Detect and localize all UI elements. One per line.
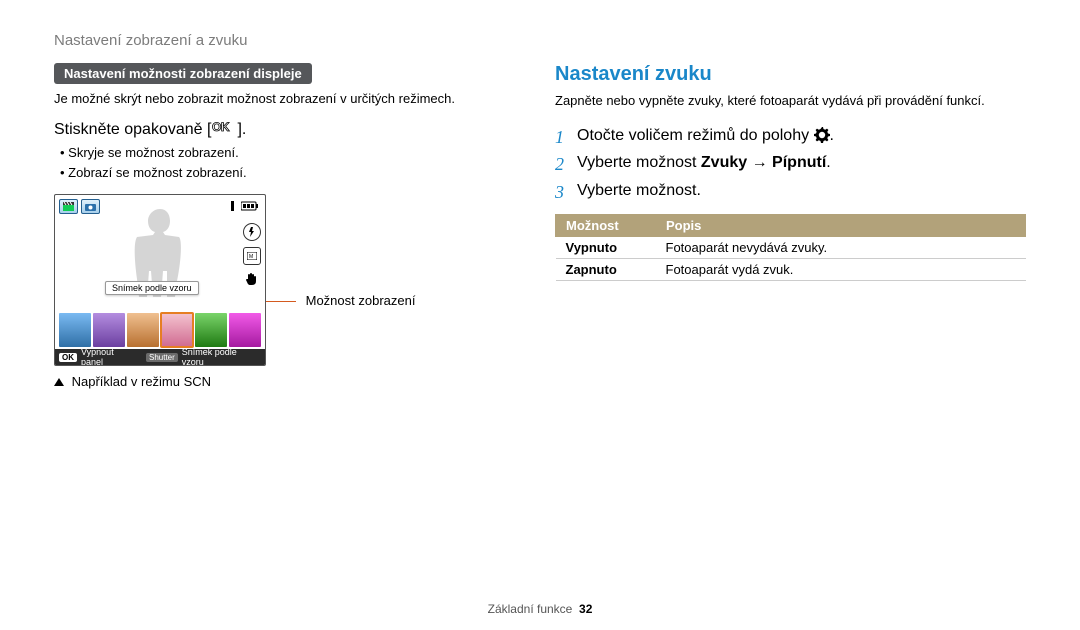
footer-section: Základní funkce [488,602,573,616]
page: Nastavení zobrazení a zvuku Nastavení mo… [0,0,1080,630]
step-2: Vyberte možnost Zvuky → Pípnutí. [555,149,1026,176]
page-header: Nastavení zobrazení a zvuku [54,32,1026,49]
caption-mode: SCN [184,374,211,389]
battery-icon [241,201,259,211]
camera-lcd: M Snímek podle vzoru [54,194,266,366]
table-row: Vypnuto Fotoaparát nevydává zvuky. [556,236,1026,258]
ok-icon: OK [211,120,237,134]
thumb-selected [161,313,193,347]
right-intro: Zapněte nebo vypněte zvuky, které fotoap… [555,92,1026,110]
footer-page: 32 [579,602,592,616]
step2-bold2: Pípnutí [772,154,826,171]
step-3: Vyberte možnost. [555,177,1026,204]
step2-bold1: Zvuky [701,154,747,171]
right-column: Nastavení zvuku Zapněte nebo vypněte zvu… [555,63,1026,389]
shutter-pill: Shutter [146,353,178,362]
options-table: Možnost Popis Vypnuto Fotoaparát nevydáv… [555,214,1026,281]
lcd-caption: Například v režimu SCN [54,374,525,389]
flash-off-icon [243,223,261,241]
annotation-line [266,301,296,302]
step1-suffix: . [830,127,834,144]
bullet-item: Skryje se možnost zobrazení. [60,143,525,163]
left-intro: Je možné skrýt nebo zobrazit možnost zob… [54,90,525,108]
footer: Základní funkce 32 [0,602,1080,616]
memory-icon [230,201,235,211]
opt-cell: Zapnuto [556,258,656,280]
caption-prefix: Například v režimu [72,374,184,389]
columns: Nastavení možnosti zobrazení displeje Je… [54,63,1026,389]
camera-mode-icon [81,199,100,214]
lcd-filmstrip [59,313,261,347]
right-title: Nastavení zvuku [555,63,1026,86]
thumb [229,313,261,347]
th-desc: Popis [656,214,1026,236]
lcd-top-icons [59,199,100,214]
bottom-left-label: Vypnout panel [81,347,138,366]
left-bullets: Skryje se možnost zobrazení. Zobrazí se … [60,143,525,182]
press-prefix: Stiskněte opakovaně [ [54,121,211,138]
thumb [127,313,159,347]
bottom-right-label: Snímek podle vzoru [182,347,261,366]
bullet-item: Zobrazí se možnost zobrazení. [60,163,525,183]
svg-text:OK: OK [212,120,230,134]
table-row: Zapnuto Fotoaparát vydá zvuk. [556,258,1026,280]
lcd-right-icons: M [243,223,261,287]
hand-icon [243,271,259,287]
step-1: Otočte voličem režimů do polohy . [555,122,1026,149]
step2-suffix: . [826,154,830,171]
annotation-text: Možnost zobrazení [306,293,416,308]
thumb [93,313,125,347]
up-triangle-icon [54,378,64,386]
press-instruction: Stiskněte opakovaně [OK]. [54,120,525,139]
lcd-bottom-bar: OK Vypnout panel Shutter Snímek podle vz… [55,349,265,365]
status-top-right [230,201,259,211]
th-option: Možnost [556,214,656,236]
ok-pill: OK [59,353,77,362]
steps-list: Otočte voličem režimů do polohy . Vybert… [555,122,1026,204]
left-subheader: Nastavení možnosti zobrazení displeje [54,63,312,84]
desc-cell: Fotoaparát nevydává zvuky. [656,236,1026,258]
desc-cell: Fotoaparát vydá zvuk. [656,258,1026,280]
opt-cell: Vypnuto [556,236,656,258]
lcd-annotation: Možnost zobrazení [278,293,415,308]
gear-icon [814,127,830,144]
size-icon: M [243,247,261,265]
thumb [59,313,91,347]
thumb [195,313,227,347]
lcd-tooltip: Snímek podle vzoru [105,281,199,295]
step2-prefix: Vyberte možnost [577,154,701,171]
left-column: Nastavení možnosti zobrazení displeje Je… [54,63,525,389]
step2-arrow: → [747,154,772,171]
table-header-row: Možnost Popis [556,214,1026,236]
svg-text:M: M [249,254,253,260]
press-suffix: ]. [237,121,246,138]
lcd-wrap: M Snímek podle vzoru [54,194,525,366]
step1-prefix: Otočte voličem režimů do polohy [577,127,814,144]
clapper-icon [59,199,78,214]
